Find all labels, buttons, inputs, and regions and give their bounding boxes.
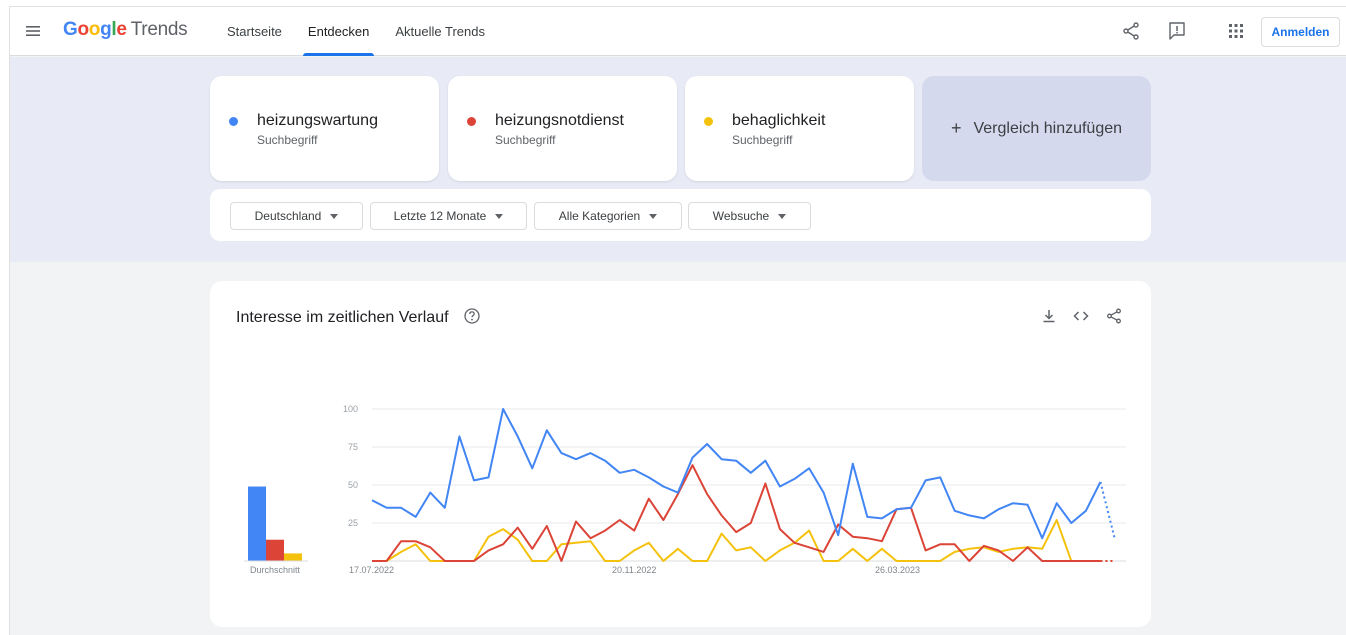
plus-icon: + — [950, 118, 962, 138]
tab-aktuelle-trends[interactable]: Aktuelle Trends — [384, 7, 496, 56]
google-trends-logo[interactable]: Google Trends — [63, 19, 188, 41]
term-color-dot — [467, 117, 476, 126]
term-card-behaglichkeit[interactable]: behaglichkeit Suchbegriff — [685, 76, 914, 181]
term-name: heizungswartung — [257, 112, 378, 129]
logo-product: Trends — [130, 19, 188, 40]
dropdown-caret-icon — [649, 213, 658, 219]
filter-time-range[interactable]: Letzte 12 Monate — [370, 202, 527, 230]
average-bar-behaglichkeit — [284, 553, 302, 561]
filter-category[interactable]: Alle Kategorien — [534, 202, 682, 230]
filter-category-label: Alle Kategorien — [558, 209, 641, 223]
x-tick-label: 17.07.2022 — [349, 565, 394, 575]
term-name: behaglichkeit — [732, 112, 826, 129]
term-type: Suchbegriff — [732, 133, 793, 147]
filter-time-range-label: Letzte 12 Monate — [393, 209, 487, 223]
tab-entdecken[interactable]: Entdecken — [297, 7, 380, 56]
y-tick-label: 50 — [348, 480, 358, 490]
series-line-heizungswartung — [371, 408, 1102, 540]
filter-region-label: Deutschland — [254, 209, 322, 223]
average-bar-heizungswartung — [248, 486, 266, 561]
x-tick-label: 26.03.2023 — [875, 565, 920, 575]
top-app-bar: Google Trends Startseite Entdecken Aktuel… — [10, 7, 1346, 56]
dropdown-caret-icon — [495, 213, 504, 219]
term-color-dot — [704, 117, 713, 126]
term-type: Suchbegriff — [257, 133, 318, 147]
average-label: Durchschnitt — [250, 565, 301, 575]
dropdown-caret-icon — [778, 213, 787, 219]
dropdown-caret-icon — [330, 213, 339, 219]
average-bar-heizungsnotdienst — [266, 539, 284, 561]
term-card-heizungsnotdienst[interactable]: heizungsnotdienst Suchbegriff — [448, 76, 677, 181]
x-tick-label: 20.11.2022 — [612, 565, 656, 575]
add-comparison-button[interactable]: + Vergleich hinzufügen — [922, 76, 1151, 181]
hamburger-menu-icon[interactable] — [24, 22, 42, 40]
filter-region[interactable]: Deutschland — [230, 202, 363, 230]
add-comparison-label: Vergleich hinzufügen — [973, 119, 1123, 137]
y-tick-label: 75 — [348, 442, 358, 452]
feedback-icon[interactable] — [1166, 20, 1188, 42]
term-color-dot — [229, 117, 238, 126]
tab-startseite[interactable]: Startseite — [216, 7, 293, 56]
term-card-heizungswartung[interactable]: heizungswartung Suchbegriff — [210, 76, 439, 181]
y-tick-label: 100 — [343, 404, 358, 414]
share-icon[interactable] — [1120, 20, 1142, 42]
filter-search-type-label: Websuche — [712, 209, 770, 223]
filter-search-type[interactable]: Websuche — [688, 202, 811, 230]
term-name: heizungsnotdienst — [495, 112, 624, 129]
signin-button[interactable]: Anmelden — [1261, 17, 1340, 47]
logo-brand: Google — [63, 19, 127, 40]
series-partial-heizungswartung — [1099, 481, 1116, 540]
filter-bar: Deutschland Letzte 12 Monate Alle Katego… — [210, 189, 1151, 241]
interest-over-time-card: Interesse im zeitlichen Verlauf 25 50 75 10… — [210, 281, 1151, 627]
apps-grid-icon[interactable] — [1225, 20, 1247, 42]
y-tick-label: 25 — [348, 518, 358, 528]
trend-chart: 25 50 75 100 17.07.2022 20.11.2022 26.03.2023 D… — [244, 404, 1126, 575]
main-nav: Startseite Entdecken Aktuelle Trends — [216, 7, 500, 56]
browser-viewport: Google Trends Startseite Entdecken Aktuel… — [9, 6, 1346, 635]
term-type: Suchbegriff — [495, 133, 556, 147]
